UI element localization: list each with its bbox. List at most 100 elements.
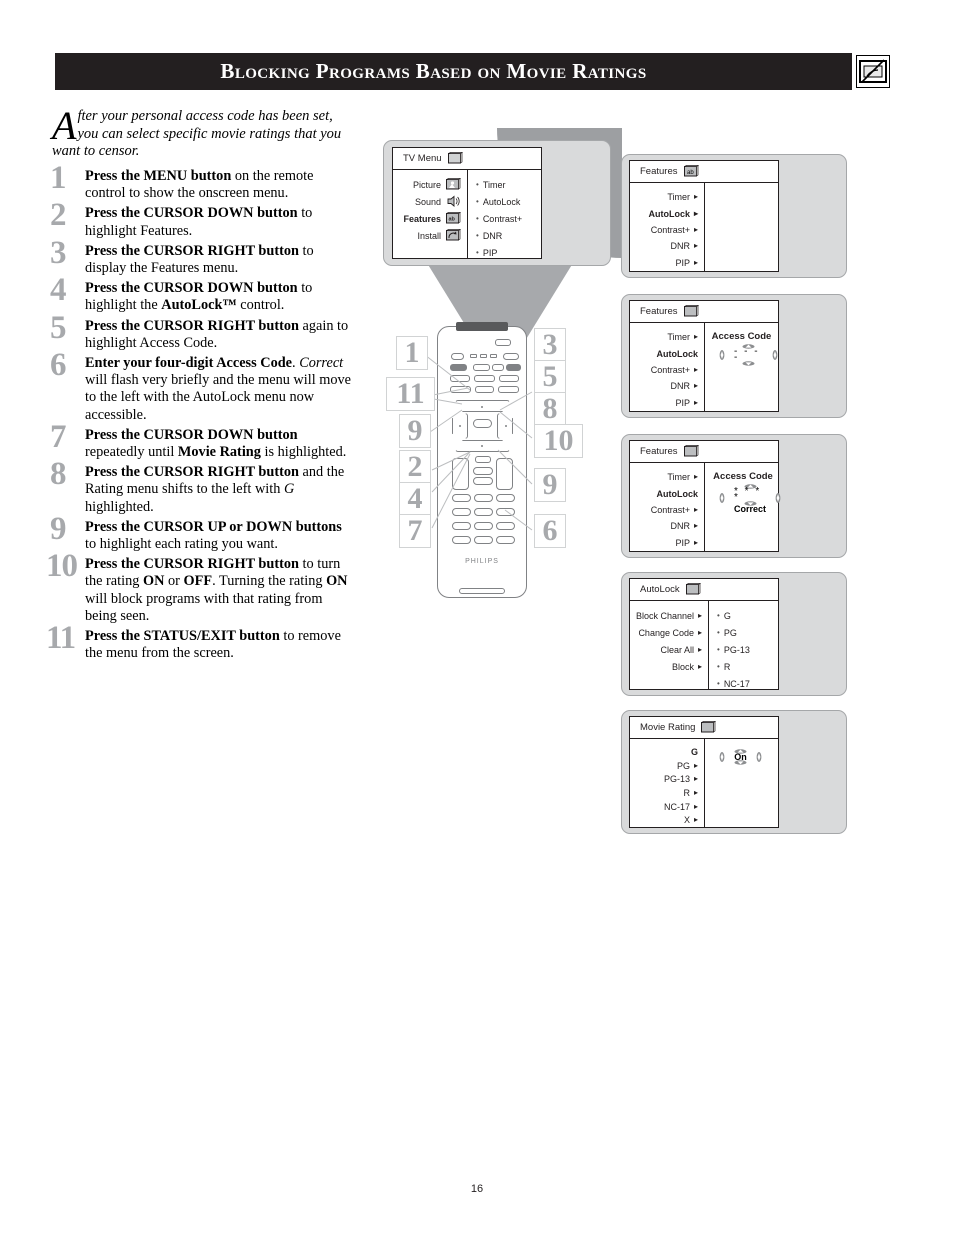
key-2[interactable]: [474, 494, 493, 502]
features-item-pip[interactable]: PIP ▸: [630, 535, 704, 551]
bullet-icon: •: [476, 230, 479, 240]
features-item-autolock[interactable]: AutoLock: [630, 345, 704, 361]
features-item-contrast-[interactable]: Contrast+ ▸: [630, 222, 704, 238]
cursor-up-button[interactable]: [455, 400, 510, 412]
rating-item-r[interactable]: • R: [709, 658, 778, 675]
menu-item-label: AutoLock: [656, 348, 699, 359]
key-7[interactable]: [452, 522, 471, 530]
features-item-contrast-[interactable]: Contrast+ ▸: [630, 362, 704, 378]
menu-item-label: PG-13: [663, 774, 690, 785]
key-6[interactable]: [496, 508, 515, 516]
status-exit-button[interactable]: [450, 386, 471, 393]
tv-submenu-item-pip[interactable]: • PIP: [468, 244, 541, 261]
features-item-dnr[interactable]: DNR ▸: [630, 518, 704, 534]
menu-button[interactable]: [475, 386, 494, 393]
movie-rating-item-pg[interactable]: PG ▸: [630, 759, 704, 773]
key-0[interactable]: [474, 536, 493, 544]
mute-button[interactable]: [475, 456, 491, 463]
tv-menu-item-install[interactable]: Install: [393, 227, 467, 244]
chevron-right-icon: ▸: [693, 774, 698, 784]
movie-rating-item-g[interactable]: G: [630, 745, 704, 759]
ok-button[interactable]: [473, 419, 492, 428]
features-item-dnr[interactable]: DNR ▸: [630, 378, 704, 394]
features-item-contrast-[interactable]: Contrast+ ▸: [630, 502, 704, 518]
features-item-timer[interactable]: Timer ▸: [630, 189, 704, 205]
tv-submenu-item-timer[interactable]: • Timer: [468, 176, 541, 193]
tv-menu-left-column: Picture Sound Features ab Install: [393, 170, 467, 258]
features-item-dnr[interactable]: DNR ▸: [630, 238, 704, 254]
access-code-header: Access Code: [711, 331, 772, 342]
cursor-left-button[interactable]: [452, 413, 468, 439]
dpad-up-dot: [481, 406, 483, 408]
key-8[interactable]: [474, 522, 493, 530]
key-av[interactable]: [452, 536, 471, 544]
movie-rating-osd: Movie Rating G PG ▸ PG-13 ▸ R ▸ NC-17 ▸ X ▸: [629, 716, 779, 828]
chevron-right-icon: ▸: [693, 381, 698, 391]
movie-rating-item-r[interactable]: R ▸: [630, 786, 704, 800]
step-number: 1: [50, 160, 67, 196]
channel-rocker[interactable]: [496, 458, 513, 490]
menu-item-label: Timer: [482, 179, 506, 190]
access-code-value-row: * * * * Correct: [705, 482, 781, 514]
rating-item-pg-13[interactable]: • PG-13: [709, 641, 778, 658]
callout-3: 3: [534, 328, 566, 362]
bullet-icon: •: [476, 247, 479, 257]
features-item-timer[interactable]: Timer ▸: [630, 469, 704, 485]
volume-rocker[interactable]: [452, 458, 469, 490]
cursor-right-button[interactable]: [497, 413, 513, 439]
features-item-pip[interactable]: PIP ▸: [630, 395, 704, 411]
movie-rating-left-column: G PG ▸ PG-13 ▸ R ▸ NC-17 ▸ X ▸: [630, 739, 704, 827]
callout-4: 4: [399, 482, 431, 516]
step-4: 4 Press the CURSOR DOWN button to highlig…: [50, 274, 355, 314]
autolock-item-change-code[interactable]: Change Code ▸: [630, 624, 708, 641]
features-item-autolock[interactable]: AutoLock: [630, 485, 704, 501]
autolock-item-block[interactable]: Block ▸: [630, 658, 708, 675]
features-item-pip[interactable]: PIP ▸: [630, 255, 704, 271]
movie-rating-value-row: On: [705, 745, 778, 765]
panel-title: Features: [640, 166, 678, 177]
callout-10: 10: [534, 424, 583, 458]
select-button[interactable]: [498, 386, 519, 393]
access-code-asterisks: * * * *: [734, 486, 762, 503]
step-text: Press the STATUS/EXIT button to remove t…: [85, 628, 341, 662]
key-5[interactable]: [474, 508, 493, 516]
chevron-right-icon: ▸: [693, 241, 698, 251]
movie-rating-item-x[interactable]: X ▸: [630, 813, 704, 827]
chevron-right-icon: ▸: [693, 521, 698, 531]
key-3[interactable]: [496, 494, 515, 502]
step-5: 5 Press the CURSOR RIGHT button again to …: [50, 311, 355, 352]
cursor-down-button[interactable]: [455, 440, 510, 452]
features-icon: ab: [445, 212, 461, 225]
autolock-item-clear-all[interactable]: Clear All ▸: [630, 641, 708, 658]
tv-menu-item-features[interactable]: Features ab: [393, 210, 467, 227]
callout-11: 11: [386, 377, 435, 411]
features-item-timer[interactable]: Timer ▸: [630, 329, 704, 345]
panel-right-column: Access Code - - - -: [704, 323, 778, 411]
autolock-item-block-channel[interactable]: Block Channel ▸: [630, 607, 708, 624]
tv-submenu-item-autolock[interactable]: • AutoLock: [468, 193, 541, 210]
smart-sound-button[interactable]: [473, 467, 493, 475]
key-surf[interactable]: [496, 536, 515, 544]
movie-rating-item-pg-13[interactable]: PG-13 ▸: [630, 772, 704, 786]
step-number: 9: [50, 510, 67, 547]
bullet-icon: •: [717, 627, 720, 637]
features-icon: ab: [683, 165, 699, 178]
cursor-up-icon: [744, 484, 756, 489]
rating-item-pg[interactable]: • PG: [709, 624, 778, 641]
tv-submenu-item-contrast-[interactable]: • Contrast+: [468, 210, 541, 227]
features-item-autolock[interactable]: AutoLock ▸: [630, 205, 704, 221]
key-1[interactable]: [452, 494, 471, 502]
remote-body: [437, 326, 527, 598]
key-4[interactable]: [452, 508, 471, 516]
picture-return-button[interactable]: [473, 477, 493, 485]
key-9[interactable]: [496, 522, 515, 530]
features-panel-1: Features ab Timer ▸ AutoLock ▸ Contrast+ ▸ DNR…: [621, 154, 847, 278]
chevron-right-icon: ▸: [693, 397, 698, 407]
rating-item-g[interactable]: • G: [709, 607, 778, 624]
tv-menu-item-picture[interactable]: Picture: [393, 176, 467, 193]
tv-submenu-item-dnr[interactable]: • DNR: [468, 227, 541, 244]
rating-item-nc-17[interactable]: • NC-17: [709, 675, 778, 692]
movie-rating-item-nc-17[interactable]: NC-17 ▸: [630, 800, 704, 814]
tv-menu-item-sound[interactable]: Sound: [393, 193, 467, 210]
chevron-right-icon: ▸: [693, 225, 698, 235]
